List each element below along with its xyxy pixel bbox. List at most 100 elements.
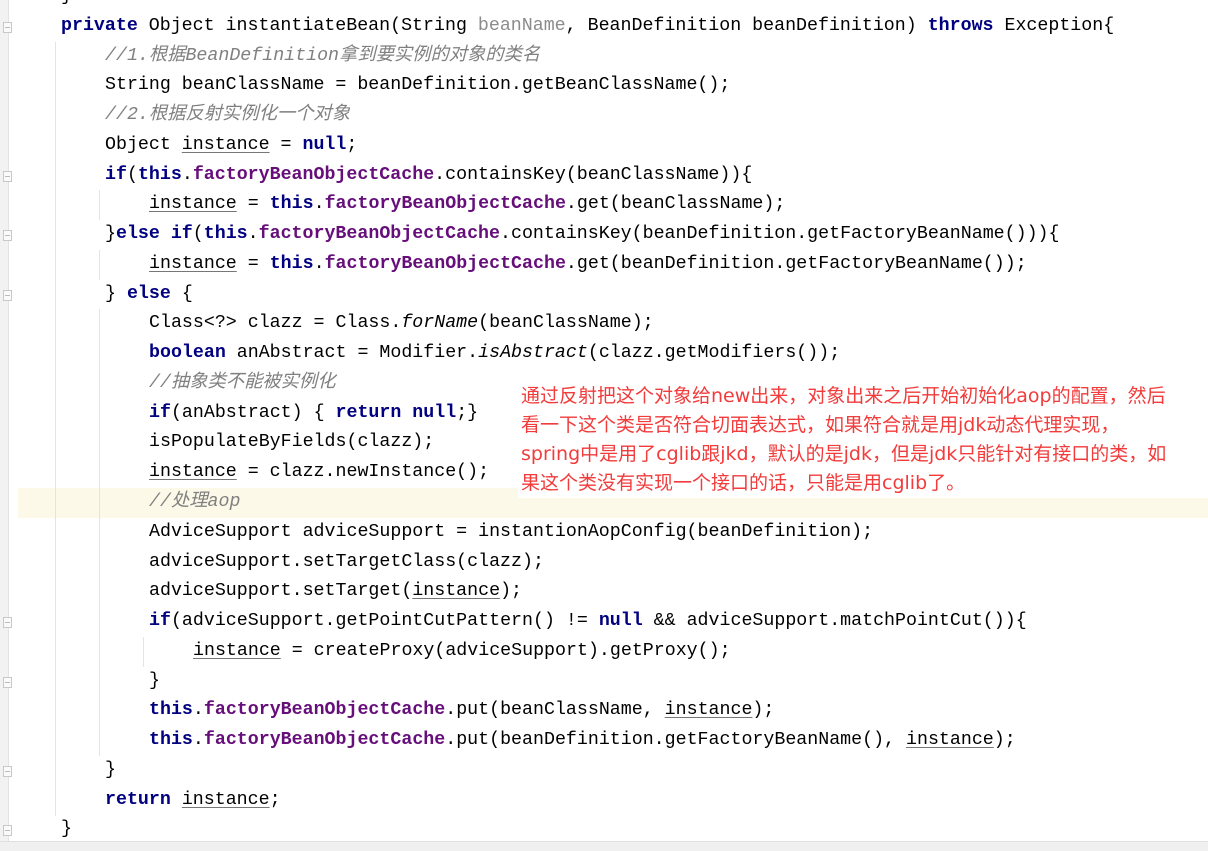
code-line[interactable]: //1.根据BeanDefinition拿到要实例的对象的类名 [61,42,1114,72]
code-token: (clazz.getModifiers()); [587,343,841,364]
code-line[interactable]: instance = this.factoryBeanObjectCache.g… [61,250,1114,280]
code-line[interactable]: } [61,0,1114,12]
fold-marker-icon[interactable] [3,676,12,688]
code-token: boolean [149,343,226,364]
code-line[interactable]: } [61,756,1114,786]
code-line[interactable]: } else { [61,280,1114,310]
code-token: } [105,283,127,304]
fold-marker-icon[interactable] [3,170,12,182]
code-line[interactable]: AdviceSupport adviceSupport = instantion… [61,518,1114,548]
code-token: beanName [477,15,566,36]
code-token: ; [346,134,358,155]
code-token: .containsKey(beanDefinition.getFactoryBe… [500,224,1060,245]
code-token: instance [149,253,237,274]
code-token: . [313,194,325,215]
code-token: this [269,253,314,274]
code-token: Exception{ [993,15,1115,36]
code-token: instance [664,700,753,721]
code-token: instance [181,134,270,155]
code-token: } [149,670,160,691]
annotation-line: 通过反射把这个对象给new出来，对象出来之后开始初始化aop的配置，然后 [521,385,1166,407]
code-token: && adviceSupport.matchPointCut()){ [642,611,1027,632]
code-token: = [236,253,270,274]
code-token: ); [752,700,775,721]
fold-marker-icon[interactable] [3,825,12,837]
code-token: if [149,611,171,632]
code-token: //2.根据反射实例化一个对象 [105,105,350,126]
fold-marker-icon[interactable] [3,765,12,777]
code-token: . [181,164,193,185]
code-token: isAbstract [478,343,588,364]
code-token: } [61,0,72,6]
code-token: . [313,253,325,274]
code-token: Object [105,134,182,155]
code-line[interactable]: return instance; [61,786,1114,816]
code-token: factoryBeanObjectCache [324,253,566,274]
code-token: if [149,402,171,423]
code-token: .get(beanDefinition.getFactoryBeanName()… [565,253,1027,274]
code-token: } [105,759,116,780]
code-token: adviceSupport.setTargetClass(clazz); [149,551,544,572]
code-token: .containsKey(beanClassName)){ [434,164,753,185]
code-token: throws [927,15,994,36]
code-token: return null [335,402,457,423]
code-token: this [137,164,182,185]
code-line[interactable]: Class<?> clazz = Class.forName(beanClass… [61,309,1114,339]
code-token: .put(beanClassName, [445,700,665,721]
code-line[interactable]: Object instance = null; [61,131,1114,161]
code-line[interactable]: this.factoryBeanObjectCache.put(beanClas… [61,696,1114,726]
code-token: this [203,224,248,245]
code-line[interactable]: private Object instantiateBean(String be… [61,12,1114,42]
fold-marker-icon[interactable] [3,21,12,33]
code-token: } [105,224,116,245]
code-token: else [126,283,171,304]
code-token: .get(beanClassName); [565,194,786,215]
fold-marker-icon[interactable] [3,289,12,301]
code-token: this [149,730,193,751]
fold-marker-icon[interactable] [3,230,12,242]
code-token: . [192,700,204,721]
code-token: else if [115,224,193,245]
code-line[interactable]: boolean anAbstract = Modifier.isAbstract… [61,339,1114,369]
code-token: instance [149,462,237,483]
code-line[interactable]: instance = createProxy(adviceSupport).ge… [61,637,1114,667]
code-line[interactable]: this.factoryBeanObjectCache.put(beanDefi… [61,726,1114,756]
code-token: = [269,134,303,155]
annotation-note: 通过反射把这个对象给new出来，对象出来之后开始初始化aop的配置，然后 看一下这… [518,382,1208,498]
code-token: if [105,164,127,185]
annotation-line: 果这个类没有实现一个接口的话，只能是用cglib了。 [521,472,966,494]
code-line[interactable]: instance = this.factoryBeanObjectCache.g… [61,190,1114,220]
code-token: (beanClassName); [478,313,654,334]
code-line[interactable]: }else if(this.factoryBeanObjectCache.con… [61,220,1114,250]
code-token: Class<?> clazz = Class. [149,313,402,334]
code-token: Object instantiateBean(String [137,15,478,36]
fold-marker-icon[interactable] [3,617,12,629]
code-token: adviceSupport.setTarget( [149,581,413,602]
code-token: //1.根据BeanDefinition拿到要实例的对象的类名 [105,45,541,66]
code-line[interactable]: if(adviceSupport.getPointCutPattern() !=… [61,607,1114,637]
code-token: anAbstract = Modifier. [225,343,479,364]
code-token: = createProxy(adviceSupport).getProxy(); [280,640,731,661]
code-token: ; [269,789,281,810]
code-token: private [61,15,138,36]
editor-gutter [0,0,9,841]
code-line[interactable]: } [61,667,1114,697]
code-token: this [149,700,193,721]
code-token: { [170,283,193,304]
code-token: = [236,194,270,215]
code-token: String beanClassName = beanDefinition.ge… [105,75,731,96]
code-line[interactable]: adviceSupport.setTarget(instance); [61,577,1114,607]
code-token: = clazz.newInstance(); [236,462,490,483]
code-token: forName [401,313,479,334]
code-line[interactable]: adviceSupport.setTargetClass(clazz); [61,548,1114,578]
code-token: this [269,194,314,215]
code-line[interactable]: if(this.factoryBeanObjectCache.containsK… [61,161,1114,191]
code-token: (adviceSupport.getPointCutPattern() != [170,611,599,632]
code-line[interactable]: //2.根据反射实例化一个对象 [61,101,1114,131]
code-token: //处理aop [149,492,241,513]
code-line[interactable]: String beanClassName = beanDefinition.ge… [61,71,1114,101]
code-token: ); [993,730,1016,751]
code-token: instance [181,789,270,810]
code-token: instance [412,581,501,602]
